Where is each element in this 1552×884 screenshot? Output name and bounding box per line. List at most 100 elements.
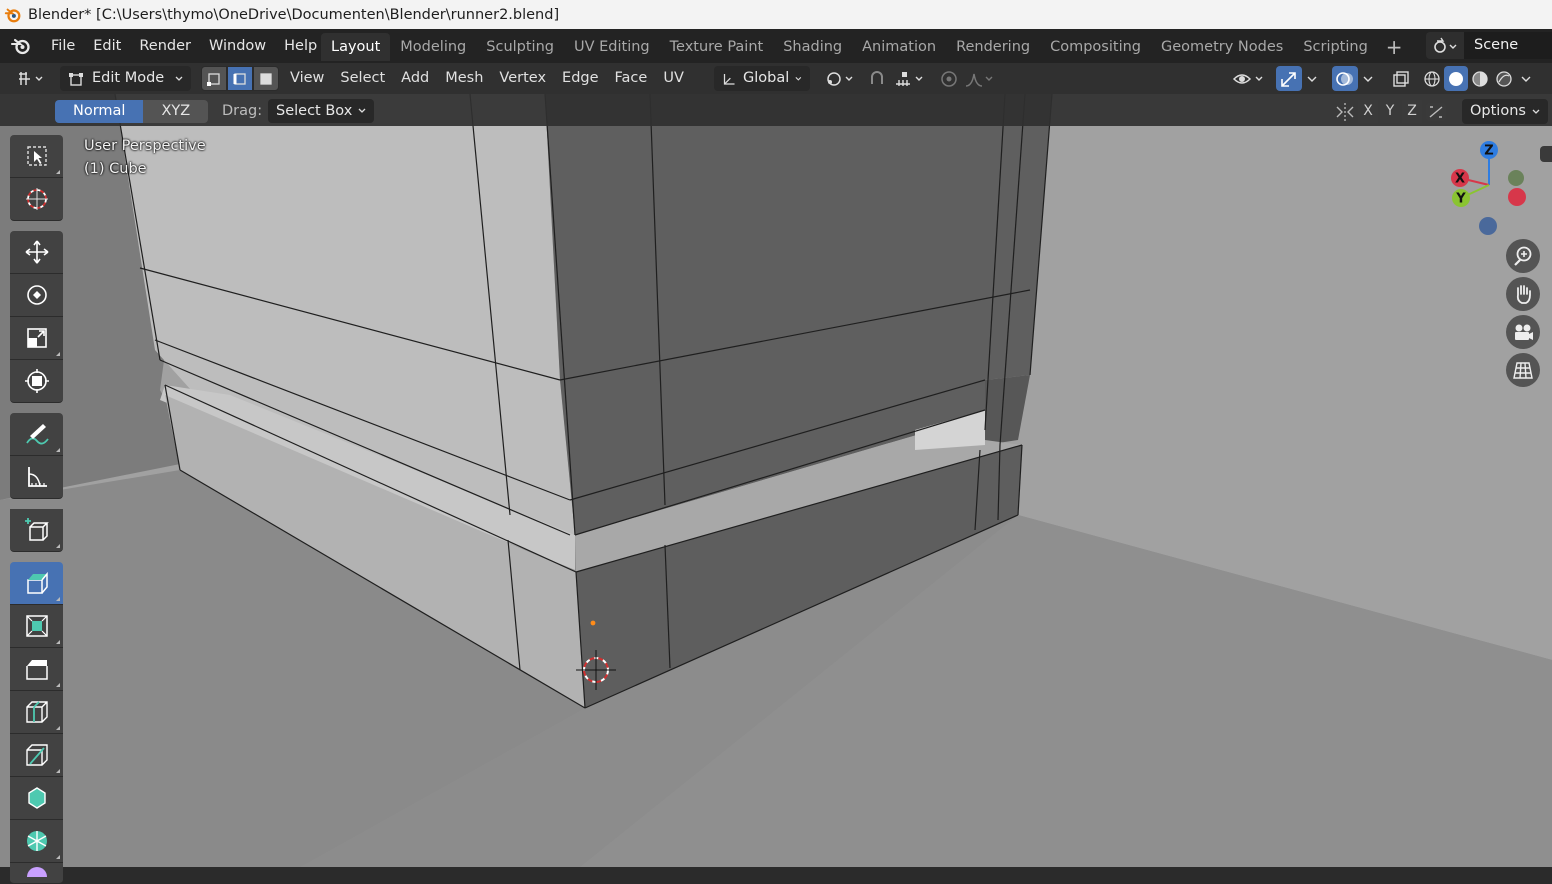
menu-mesh[interactable]: Mesh xyxy=(437,66,491,91)
select-mode-group xyxy=(201,66,279,91)
measure-icon[interactable] xyxy=(10,456,63,499)
pivot-point-icon[interactable] xyxy=(820,66,858,91)
mirror-z-button[interactable]: Z xyxy=(1402,100,1422,123)
tab-texture-paint[interactable]: Texture Paint xyxy=(660,33,774,61)
tab-sculpting[interactable]: Sculpting xyxy=(476,33,564,61)
poly-build-icon[interactable] xyxy=(10,777,63,820)
camera-icon[interactable] xyxy=(1506,315,1540,349)
loop-cut-icon[interactable] xyxy=(10,691,63,734)
zoom-icon[interactable] xyxy=(1506,239,1540,273)
options-label: Options xyxy=(1470,103,1526,119)
tab-uv-editing[interactable]: UV Editing xyxy=(564,33,660,61)
tab-animation[interactable]: Animation xyxy=(852,33,946,61)
mode-dropdown[interactable]: Edit Mode xyxy=(60,66,191,91)
gizmo-x-label: X xyxy=(1455,172,1465,187)
overlays-toggle-icon[interactable] xyxy=(1332,66,1358,91)
face-select-icon[interactable] xyxy=(253,66,279,91)
3d-viewport[interactable]: User Perspective (1) Cube xyxy=(0,94,1552,867)
orientation-global-icon xyxy=(723,73,735,85)
tab-compositing[interactable]: Compositing xyxy=(1040,33,1151,61)
transform-orientation-label: Global xyxy=(743,70,790,86)
workspace-tabs: Layout Modeling Sculpting UV Editing Tex… xyxy=(321,33,1411,61)
shading-material-icon[interactable] xyxy=(1468,66,1492,91)
shading-rendered-icon[interactable] xyxy=(1492,66,1516,91)
scene-render xyxy=(0,94,1552,867)
gizmo-z-label: Z xyxy=(1484,144,1493,159)
mirror-y-button[interactable]: Y xyxy=(1380,100,1400,123)
cursor-icon[interactable] xyxy=(10,178,63,221)
snap-toggle-icon[interactable] xyxy=(864,66,890,91)
edge-select-icon[interactable] xyxy=(227,66,253,91)
scene-icon[interactable] xyxy=(1426,32,1464,59)
tab-modeling[interactable]: Modeling xyxy=(390,33,476,61)
orientation-toggle: Normal XYZ xyxy=(55,100,209,123)
bevel-icon[interactable] xyxy=(10,648,63,691)
extrude-region-icon[interactable] xyxy=(10,562,63,605)
snap-target-icon[interactable] xyxy=(890,66,930,91)
menu-select[interactable]: Select xyxy=(332,66,393,91)
move-icon[interactable] xyxy=(10,231,63,274)
window-title: Blender* [C:\Users\thymo\OneDrive\Docume… xyxy=(28,6,560,23)
proportional-edit-icon[interactable] xyxy=(936,66,962,91)
menu-window[interactable]: Window xyxy=(200,33,275,59)
menu-file[interactable]: File xyxy=(42,33,84,59)
orientation-normal-button[interactable]: Normal xyxy=(55,100,144,123)
rotate-icon[interactable] xyxy=(10,274,63,317)
orientation-xyz-button[interactable]: XYZ xyxy=(143,100,209,123)
navigation-gizmo[interactable]: Z X Y xyxy=(1444,140,1534,235)
mirror-axes-group: X Y Z xyxy=(1334,100,1448,123)
menu-uv[interactable]: UV xyxy=(655,66,692,91)
overlays-dropdown-icon[interactable] xyxy=(1358,66,1378,91)
smooth-icon[interactable] xyxy=(10,863,63,884)
mirror-x-button[interactable]: X xyxy=(1358,100,1378,123)
scale-icon[interactable] xyxy=(10,317,63,360)
active-object-label: (1) Cube xyxy=(84,161,147,177)
chevron-down-icon xyxy=(1532,109,1540,114)
menu-view[interactable]: View xyxy=(282,66,332,91)
shading-wireframe-icon[interactable] xyxy=(1420,66,1444,91)
select-box-icon[interactable] xyxy=(10,135,63,178)
topology-mirror-icon[interactable] xyxy=(1424,101,1448,123)
annotate-icon[interactable] xyxy=(10,413,63,456)
menu-vertex[interactable]: Vertex xyxy=(491,66,554,91)
tab-layout[interactable]: Layout xyxy=(321,33,391,61)
scene-name[interactable]: Scene xyxy=(1464,32,1552,59)
menu-add[interactable]: Add xyxy=(393,66,437,91)
transform-icon[interactable] xyxy=(10,360,63,403)
ortho-grid-icon[interactable] xyxy=(1506,353,1540,387)
inset-faces-icon[interactable] xyxy=(10,605,63,648)
blender-menu-icon[interactable] xyxy=(10,35,32,57)
blender-logo-icon xyxy=(4,8,21,22)
tab-rendering[interactable]: Rendering xyxy=(946,33,1040,61)
spin-icon[interactable] xyxy=(10,820,63,863)
chevron-down-icon xyxy=(175,76,183,81)
proportional-falloff-icon[interactable] xyxy=(962,66,1000,91)
menu-edge[interactable]: Edge xyxy=(554,66,607,91)
menu-render[interactable]: Render xyxy=(130,33,200,59)
pan-hand-icon[interactable] xyxy=(1506,277,1540,311)
shading-solid-icon[interactable] xyxy=(1444,66,1468,91)
add-workspace-icon[interactable]: + xyxy=(1378,33,1411,61)
editor-type-icon[interactable] xyxy=(12,66,50,91)
add-cube-icon[interactable] xyxy=(10,509,63,552)
drag-dropdown[interactable]: Select Box xyxy=(268,99,375,123)
scene-selector[interactable]: Scene xyxy=(1426,32,1552,59)
gizmo-dropdown-icon[interactable] xyxy=(1302,66,1322,91)
menu-help[interactable]: Help xyxy=(275,33,326,59)
chevron-down-icon xyxy=(358,108,366,113)
knife-icon[interactable] xyxy=(10,734,63,777)
visibility-eye-icon[interactable] xyxy=(1230,66,1270,91)
sidebar-toggle-icon[interactable] xyxy=(1540,146,1552,162)
mirror-icon xyxy=(1336,102,1354,121)
tab-shading[interactable]: Shading xyxy=(773,33,852,61)
options-dropdown[interactable]: Options xyxy=(1462,99,1548,124)
tab-scripting[interactable]: Scripting xyxy=(1293,33,1377,61)
menu-face[interactable]: Face xyxy=(607,66,656,91)
tab-geometry-nodes[interactable]: Geometry Nodes xyxy=(1151,33,1293,61)
shading-dropdown-icon[interactable] xyxy=(1516,66,1536,91)
transform-orientation-dropdown[interactable]: Global xyxy=(714,66,810,91)
xray-toggle-icon[interactable] xyxy=(1388,66,1414,91)
gizmo-toggle-icon[interactable] xyxy=(1276,66,1302,91)
menu-edit[interactable]: Edit xyxy=(84,33,130,59)
vertex-select-icon[interactable] xyxy=(201,66,227,91)
